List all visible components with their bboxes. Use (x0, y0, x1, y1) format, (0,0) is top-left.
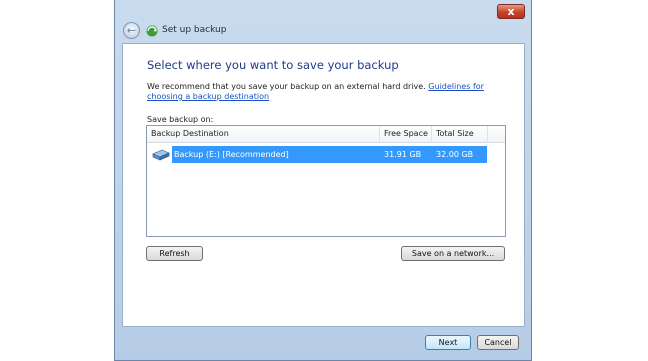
column-header-spacer (487, 126, 505, 142)
recommendation-text: We recommend that you save your backup o… (147, 82, 517, 102)
setup-backup-window: x ← Set up backup Select where you want … (114, 0, 532, 361)
table-row[interactable]: Backup (E:) [Recommended] 31.91 GB 32.00… (172, 146, 487, 163)
back-arrow-icon[interactable]: ← (123, 22, 140, 39)
page-heading: Select where you want to save your backu… (147, 58, 399, 72)
title-bar: x ← Set up backup (115, 0, 531, 44)
next-button[interactable]: Next (425, 335, 471, 350)
destination-cell: Backup (E:) [Recommended] (174, 150, 289, 159)
total-size-cell: 32.00 GB (436, 150, 474, 159)
free-space-cell: 31.91 GB (384, 150, 422, 159)
recommendation-label: We recommend that you save your backup o… (147, 82, 426, 91)
refresh-button[interactable]: Refresh (146, 246, 203, 261)
close-icon[interactable]: x (497, 4, 525, 19)
column-header-destination[interactable]: Backup Destination (147, 126, 379, 142)
save-on-label: Save backup on: (147, 115, 214, 124)
backup-destination-list[interactable]: Backup Destination Free Space Total Size… (146, 125, 506, 237)
dialog-content: Select where you want to save your backu… (122, 43, 525, 327)
column-header-total-size[interactable]: Total Size (431, 126, 487, 142)
cancel-button[interactable]: Cancel (477, 335, 519, 350)
window-title: Set up backup (162, 25, 227, 35)
backup-app-icon (146, 25, 158, 37)
list-header: Backup Destination Free Space Total Size (147, 126, 505, 143)
save-on-network-button[interactable]: Save on a network... (401, 246, 505, 261)
column-header-free-space[interactable]: Free Space (379, 126, 431, 142)
drive-icon (152, 149, 170, 161)
